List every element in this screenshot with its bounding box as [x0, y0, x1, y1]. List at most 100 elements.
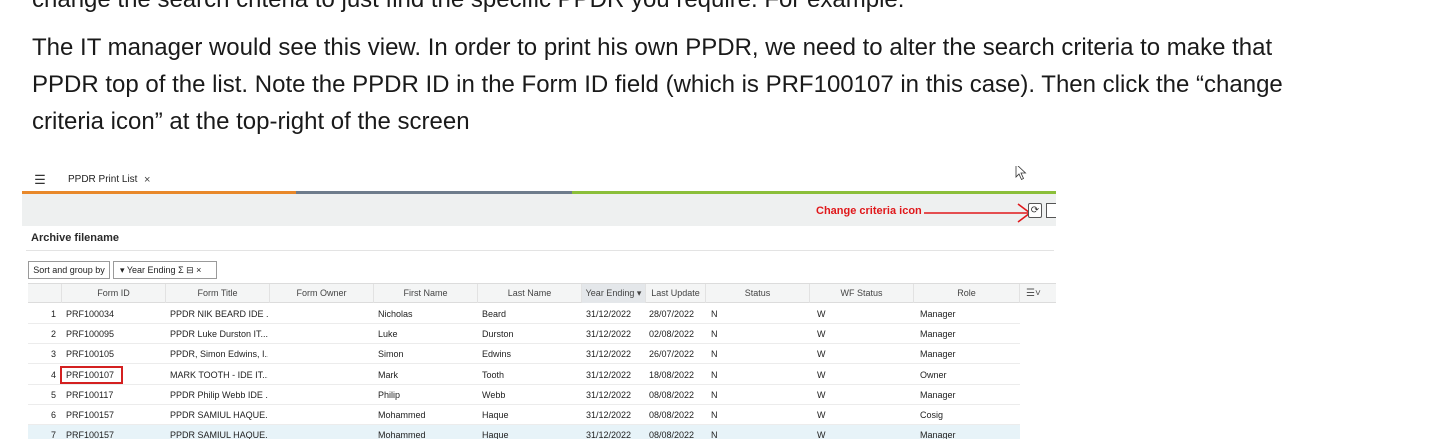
cell-last-update: 08/08/2022	[649, 430, 695, 439]
col-header-wf-status[interactable]: WF Status	[810, 284, 914, 303]
cell-form-owner	[274, 425, 372, 439]
cell-last-name: Haque	[482, 410, 509, 420]
year-ending-group-chip[interactable]: ▾ Year Ending Σ ⊟ ×	[113, 261, 217, 279]
row-index: 6	[50, 410, 56, 420]
cell-status: N	[711, 369, 718, 380]
cell-last-name: Edwins	[482, 349, 512, 360]
tab-close-icon[interactable]: ×	[144, 166, 150, 194]
cell-role: Manager	[920, 329, 956, 340]
cell-last-update: 08/08/2022	[649, 389, 695, 400]
cell-status: N	[711, 329, 718, 340]
cell-form-owner	[274, 365, 372, 385]
cell-last-name: Webb	[482, 389, 506, 400]
cell-year-ending: 31/12/2022	[586, 430, 632, 439]
table-row[interactable]: 6 PRF100157 PPDR SAMIUL HAQUE... Mohammed Ha…	[28, 405, 1020, 425]
cell-form-title: MARK TOOTH - IDE IT...	[170, 369, 268, 380]
cell-last-name: Tooth	[482, 369, 505, 380]
col-header-role[interactable]: Role	[914, 284, 1020, 303]
cell-form-title: PPDR Luke Durston IT...	[170, 329, 268, 340]
table-row[interactable]: 7 PRF100157 PPDR SAMIUL HAQUE... Mohammed Ha…	[28, 425, 1020, 439]
sort-and-group-button[interactable]: Sort and group by	[28, 261, 110, 279]
cell-wf-status: W	[817, 389, 826, 400]
tab-label: PPDR Print List	[68, 174, 138, 185]
form-id-highlight-box	[60, 366, 123, 384]
cell-status: N	[711, 309, 718, 319]
list-menu-icon[interactable]: ☰	[30, 172, 50, 188]
col-header-status[interactable]: Status	[706, 284, 810, 303]
col-header-form-id[interactable]: Form ID	[62, 284, 166, 303]
cell-form-title: PPDR NIK BEARD IDE ...	[170, 309, 268, 319]
cell-year-ending: 31/12/2022	[586, 369, 632, 380]
col-header-form-owner[interactable]: Form Owner	[270, 284, 374, 303]
section-title: Archive filename	[31, 232, 120, 244]
col-header-last-update[interactable]: Last Update	[646, 284, 706, 303]
cell-last-update: 18/08/2022	[649, 369, 695, 380]
tab-ppdr-print-list[interactable]: PPDR Print List ×	[60, 166, 160, 194]
cell-form-id: PRF100157	[66, 430, 115, 439]
layout-icon[interactable]	[1046, 203, 1056, 218]
table-row[interactable]: 3 PRF100105 PPDR, Simon Edwins, I... Simon E…	[28, 344, 1020, 365]
column-menu-icon[interactable]: ☰˅	[1026, 288, 1041, 299]
cell-year-ending: 31/12/2022	[586, 389, 632, 400]
table-row[interactable]: 1 PRF100034 PPDR NIK BEARD IDE ... Nicholas…	[28, 304, 1020, 324]
table-row[interactable]: 2 PRF100095 PPDR Luke Durston IT... Luke Dur…	[28, 324, 1020, 345]
cell-form-id: PRF100095	[66, 329, 115, 340]
cell-status: N	[711, 389, 718, 400]
cell-role: Manager	[920, 349, 956, 360]
cell-year-ending: 31/12/2022	[586, 410, 632, 420]
col-header-form-title[interactable]: Form Title	[166, 284, 270, 303]
cell-form-owner	[274, 385, 372, 405]
change-criteria-icon[interactable]: ⟳	[1028, 203, 1042, 218]
cell-role: Manager	[920, 309, 956, 319]
cell-form-id: PRF100105	[66, 349, 115, 360]
row-index: 4	[50, 369, 56, 380]
table-row[interactable]: 4 PRF100107 MARK TOOTH - IDE IT... Mark Toot…	[28, 365, 1020, 385]
cell-last-name: Haque	[482, 430, 509, 439]
row-index: 3	[50, 349, 56, 360]
col-header-last-name[interactable]: Last Name	[478, 284, 582, 303]
mouse-cursor-icon	[1015, 166, 1027, 181]
cell-year-ending: 31/12/2022	[586, 309, 632, 319]
cell-first-name: Simon	[378, 349, 404, 360]
cell-wf-status: W	[817, 309, 826, 319]
cell-form-owner	[274, 344, 372, 364]
cell-status: N	[711, 349, 718, 360]
toolbar: Change criteria icon ⟳	[22, 194, 1056, 226]
cell-year-ending: 31/12/2022	[586, 329, 632, 340]
doc-paragraph-line-2: PPDR top of the list. Note the PPDR ID i…	[32, 71, 1283, 98]
cell-first-name: Luke	[378, 329, 398, 340]
row-index: 2	[50, 329, 56, 340]
table-header: Form ID Form Title Form Owner First Name…	[28, 283, 1056, 303]
section-divider	[26, 250, 1054, 251]
cell-wf-status: W	[817, 349, 826, 360]
row-index: 1	[50, 309, 56, 319]
cell-year-ending: 31/12/2022	[586, 349, 632, 360]
cell-first-name: Nicholas	[378, 309, 413, 319]
row-index: 5	[50, 389, 56, 400]
col-header-index	[28, 284, 62, 303]
col-header-first-name[interactable]: First Name	[374, 284, 478, 303]
cell-form-id: PRF100157	[66, 410, 115, 420]
col-header-year-ending[interactable]: Year Ending ▾	[582, 284, 646, 303]
doc-paragraph-line-3: criteria icon” at the top-right of the s…	[32, 108, 470, 135]
tab-bar: ☰ PPDR Print List ×	[22, 166, 1056, 194]
cell-role: Manager	[920, 430, 956, 439]
cell-form-id: PRF100034	[66, 309, 115, 319]
cell-form-owner	[274, 405, 372, 425]
cell-wf-status: W	[817, 369, 826, 380]
doc-paragraph-line-1: The IT manager would see this view. In o…	[32, 34, 1273, 61]
cell-first-name: Philip	[378, 389, 401, 400]
cell-form-title: PPDR SAMIUL HAQUE...	[170, 410, 268, 420]
annotation-label: Change criteria icon	[816, 205, 922, 217]
cell-wf-status: W	[817, 329, 826, 340]
cell-first-name: Mohammed	[378, 430, 426, 439]
cell-role: Cosig	[920, 410, 944, 420]
row-index: 7	[50, 430, 56, 439]
cell-wf-status: W	[817, 410, 826, 420]
cell-last-name: Beard	[482, 309, 507, 319]
cell-last-update: 08/08/2022	[649, 410, 695, 420]
cell-last-name: Durston	[482, 329, 514, 340]
cell-form-id: PRF100117	[66, 389, 114, 400]
cell-form-title: PPDR, Simon Edwins, I...	[170, 349, 268, 360]
table-row[interactable]: 5 PRF100117 PPDR Philip Webb IDE ... Philip…	[28, 385, 1020, 405]
